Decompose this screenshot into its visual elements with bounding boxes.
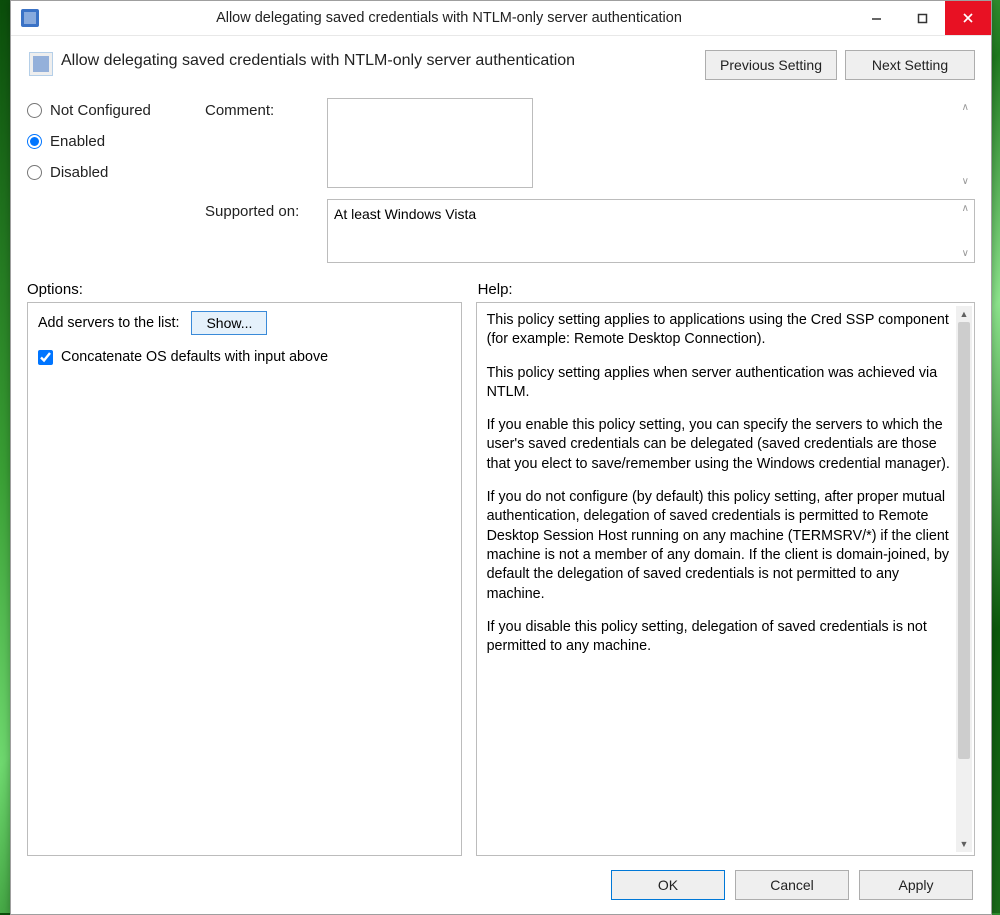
- comment-textarea[interactable]: [327, 98, 533, 188]
- options-label: Options:: [27, 281, 460, 298]
- help-scrollbar[interactable]: ▲ ▼: [956, 306, 972, 852]
- scroll-thumb[interactable]: [958, 322, 970, 759]
- info-fields: Comment: ∧∨ Supported on: At least Windo…: [205, 98, 975, 271]
- scroll-down-arrow-icon[interactable]: ▼: [956, 836, 972, 852]
- radio-not-configured-input[interactable]: [27, 103, 42, 118]
- cancel-button[interactable]: Cancel: [735, 870, 849, 900]
- help-paragraph: If you enable this policy setting, you c…: [487, 416, 952, 474]
- concat-checkbox-label: Concatenate OS defaults with input above: [61, 349, 328, 365]
- close-button[interactable]: [945, 1, 991, 35]
- add-servers-label: Add servers to the list:: [38, 315, 179, 331]
- radio-not-configured-label: Not Configured: [50, 102, 151, 119]
- supported-label: Supported on:: [205, 199, 327, 220]
- previous-setting-button[interactable]: Previous Setting: [705, 50, 837, 80]
- window-controls: [853, 1, 991, 35]
- header-row: Allow delegating saved credentials with …: [27, 50, 975, 80]
- supported-on-value: At least Windows Vista: [327, 199, 975, 263]
- help-paragraph: If you disable this policy setting, dele…: [487, 618, 952, 657]
- comment-label: Comment:: [205, 98, 327, 119]
- titlebar: Allow delegating saved credentials with …: [11, 1, 991, 36]
- options-pane: Add servers to the list: Show... Concate…: [27, 302, 462, 856]
- radio-disabled-input[interactable]: [27, 165, 42, 180]
- comment-scroll-arrows: ∧∨: [962, 102, 969, 187]
- apply-button[interactable]: Apply: [859, 870, 973, 900]
- radio-disabled[interactable]: Disabled: [27, 164, 205, 181]
- dialog-footer: OK Cancel Apply: [27, 856, 975, 902]
- radio-enabled[interactable]: Enabled: [27, 133, 205, 150]
- state-and-fields: Not Configured Enabled Disabled Comment:…: [27, 98, 975, 271]
- minimize-button[interactable]: [853, 1, 899, 35]
- next-setting-button[interactable]: Next Setting: [845, 50, 975, 80]
- help-label: Help:: [478, 281, 975, 298]
- client-area: Allow delegating saved credentials with …: [11, 36, 991, 914]
- help-pane: This policy setting applies to applicati…: [476, 302, 975, 856]
- maximize-button[interactable]: [899, 1, 945, 35]
- concat-checkbox-row[interactable]: Concatenate OS defaults with input above: [38, 349, 451, 365]
- section-labels: Options: Help:: [27, 281, 975, 298]
- help-text: This policy setting applies to applicati…: [477, 303, 974, 855]
- concat-checkbox[interactable]: [38, 350, 53, 365]
- radio-not-configured[interactable]: Not Configured: [27, 102, 205, 119]
- policy-icon: [29, 52, 53, 76]
- state-radios: Not Configured Enabled Disabled: [27, 98, 205, 271]
- policy-editor-window: Allow delegating saved credentials with …: [10, 0, 992, 915]
- help-paragraph: If you do not configure (by default) thi…: [487, 488, 952, 604]
- policy-title: Allow delegating saved credentials with …: [61, 50, 705, 70]
- window-title: Allow delegating saved credentials with …: [45, 10, 853, 26]
- show-button[interactable]: Show...: [191, 311, 267, 335]
- scroll-track[interactable]: [956, 322, 972, 836]
- app-icon: [21, 9, 39, 27]
- panes: Add servers to the list: Show... Concate…: [27, 302, 975, 856]
- radio-enabled-input[interactable]: [27, 134, 42, 149]
- help-paragraph: This policy setting applies when server …: [487, 364, 952, 403]
- radio-disabled-label: Disabled: [50, 164, 108, 181]
- help-paragraph: This policy setting applies to applicati…: [487, 311, 952, 350]
- ok-button[interactable]: OK: [611, 870, 725, 900]
- scroll-up-arrow-icon[interactable]: ▲: [956, 306, 972, 322]
- radio-enabled-label: Enabled: [50, 133, 105, 150]
